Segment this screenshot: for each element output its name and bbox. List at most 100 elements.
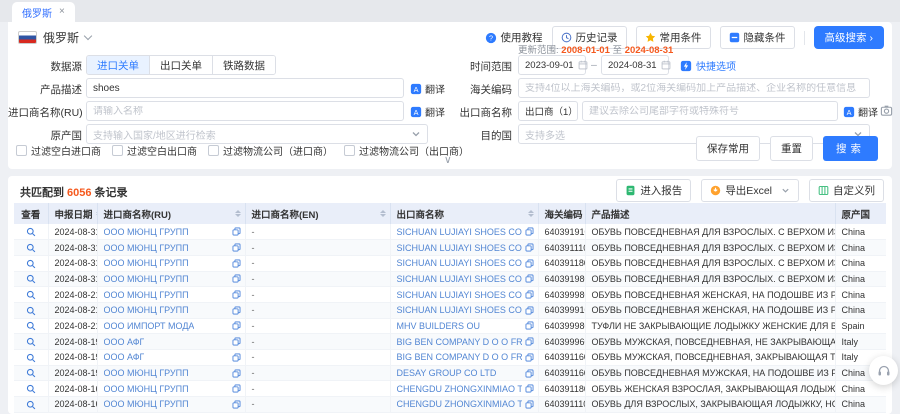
copy-icon[interactable]: [232, 274, 241, 283]
exporter-link[interactable]: SICHUAN LUJIAYI SHOES CO LTD: [397, 227, 522, 237]
tab-russia[interactable]: 俄罗斯 ×: [12, 2, 75, 22]
product-desc-input[interactable]: [93, 83, 397, 94]
col-importer-ru[interactable]: 进口商名称(RU): [97, 203, 245, 224]
close-icon[interactable]: ×: [59, 7, 65, 17]
exporter-link[interactable]: SICHUAN LUJIAYI SHOES CO LTD: [397, 258, 522, 268]
translate-exporter-button[interactable]: 翻译: [843, 104, 878, 119]
copy-icon[interactable]: [232, 337, 241, 346]
importer-ru-link[interactable]: ООО МЮНЦ ГРУПП: [104, 258, 189, 268]
table-row[interactable]: 2024-08-21 ООО МЮНЦ ГРУПП - SICHUAN LUJI…: [14, 302, 886, 318]
exporter-link[interactable]: CHENGDU ZHONGXINMIAO TRADING C: [397, 384, 522, 394]
table-row[interactable]: 2024-08-19 ООО АФГ - BIG BEN COMPANY D O…: [14, 334, 886, 350]
exporter-link[interactable]: BIG BEN COMPANY D O O FROM BEST T: [397, 352, 522, 362]
copy-icon[interactable]: [525, 353, 534, 362]
copy-icon[interactable]: [525, 227, 534, 236]
table-row[interactable]: 2024-08-21 ООО ИМПОРТ МОДА - MHV BUILDER…: [14, 318, 886, 334]
view-record-search-icon[interactable]: [26, 290, 36, 300]
copy-icon[interactable]: [232, 369, 241, 378]
copy-icon[interactable]: [232, 384, 241, 393]
view-record-search-icon[interactable]: [26, 400, 36, 410]
importer-ru-link[interactable]: ООО ИМПОРТ МОДА: [104, 321, 195, 331]
table-row[interactable]: 2024-08-31 ООО МЮНЦ ГРУПП - SICHUAN LUJI…: [14, 255, 886, 271]
view-record-search-icon[interactable]: [26, 227, 36, 237]
tab-import-declarations[interactable]: 进口关单: [87, 56, 149, 74]
importer-ru-link[interactable]: ООО МЮНЦ ГРУПП: [104, 243, 189, 253]
exporter-link[interactable]: SICHUAN LUJIAYI SHOES CO LTD: [397, 243, 522, 253]
export-excel-button[interactable]: 导出Excel: [701, 179, 799, 202]
view-record-search-icon[interactable]: [26, 274, 36, 284]
copy-icon[interactable]: [232, 321, 241, 330]
view-record-search-icon[interactable]: [26, 306, 36, 316]
copy-icon[interactable]: [232, 243, 241, 252]
copy-icon[interactable]: [525, 369, 534, 378]
importer-ru-link[interactable]: ООО МЮНЦ ГРУПП: [104, 274, 189, 284]
checkbox-filter-blank-importer[interactable]: 过滤空白进口商: [16, 143, 101, 158]
tab-export-declarations[interactable]: 出口关单: [149, 56, 212, 74]
copy-icon[interactable]: [525, 259, 534, 268]
importer-ru-link[interactable]: ООО МЮНЦ ГРУПП: [104, 384, 189, 394]
tab-railway-data[interactable]: 铁路数据: [212, 56, 275, 74]
view-record-search-icon[interactable]: [26, 368, 36, 378]
view-record-search-icon[interactable]: [26, 321, 36, 331]
table-row[interactable]: 2024-08-16 ООО МЮНЦ ГРУПП - CHENGDU ZHON…: [14, 381, 886, 397]
table-row[interactable]: 2024-08-21 ООО МЮНЦ ГРУПП - SICHUAN LUJI…: [14, 287, 886, 303]
custom-columns-button[interactable]: 自定义列: [809, 179, 884, 202]
hide-filters-button[interactable]: 隐藏条件: [720, 26, 795, 49]
copy-icon[interactable]: [232, 353, 241, 362]
copy-icon[interactable]: [232, 227, 241, 236]
copy-icon[interactable]: [525, 337, 534, 346]
checkbox-icon[interactable]: [208, 145, 219, 156]
copy-icon[interactable]: [525, 400, 534, 409]
table-row[interactable]: 2024-08-31 ООО МЮНЦ ГРУПП - SICHUAN LUJI…: [14, 240, 886, 256]
exporter-link[interactable]: SICHUAN LUJIAYI SHOES CO LTD: [397, 305, 522, 315]
quick-options-link[interactable]: 快捷选项: [680, 58, 736, 73]
exporter-link[interactable]: SICHUAN LUJIAYI SHOES CO LTD: [397, 274, 522, 284]
chevron-down-icon[interactable]: [781, 186, 790, 195]
origin-country-select[interactable]: 支持输入国家/地区进行检索: [86, 124, 428, 144]
exporter-type-select[interactable]: 出口商（1）: [518, 101, 578, 121]
support-fab-button[interactable]: [869, 356, 898, 385]
view-record-search-icon[interactable]: [26, 243, 36, 253]
importer-ru-link[interactable]: ООО АФГ: [104, 337, 145, 347]
copy-icon[interactable]: [525, 274, 534, 283]
date-from-field[interactable]: 2023-09-01: [518, 55, 586, 75]
copy-icon[interactable]: [525, 290, 534, 299]
col-exporter[interactable]: 出口商名称: [390, 203, 538, 224]
exporter-link[interactable]: SICHUAN LUJIAYI SHOES CO LTD: [397, 290, 522, 300]
importer-ru-input[interactable]: [93, 106, 397, 117]
copy-icon[interactable]: [232, 259, 241, 268]
country-selector[interactable]: 俄罗斯: [18, 29, 91, 46]
col-importer-en[interactable]: 进口商名称(EN): [245, 203, 390, 224]
exporter-link[interactable]: BIG BEN COMPANY D O O FROM BEST T: [397, 337, 522, 347]
table-row[interactable]: 2024-08-19 ООО МЮНЦ ГРУПП - DESAY GROUP …: [14, 365, 886, 381]
copy-icon[interactable]: [232, 306, 241, 315]
table-row[interactable]: 2024-08-31 ООО МЮНЦ ГРУПП - SICHUAN LUJI…: [14, 271, 886, 287]
importer-ru-link[interactable]: ООО АФГ: [104, 352, 145, 362]
hs-code-input[interactable]: [525, 83, 863, 94]
checkbox-icon[interactable]: [112, 145, 123, 156]
checkbox-icon[interactable]: [344, 145, 355, 156]
copy-icon[interactable]: [232, 290, 241, 299]
enter-report-button[interactable]: 进入报告: [616, 179, 691, 202]
importer-ru-link[interactable]: ООО МЮНЦ ГРУПП: [104, 368, 189, 378]
view-record-search-icon[interactable]: [26, 353, 36, 363]
copy-icon[interactable]: [525, 321, 534, 330]
advanced-search-button[interactable]: 高级搜索 ›: [814, 26, 885, 49]
checkbox-filter-logistics-importer[interactable]: 过滤物流公司（进口商）: [208, 143, 333, 158]
date-to-field[interactable]: 2024-08-31: [601, 55, 669, 75]
table-row[interactable]: 2024-08-16 ООО МЮНЦ ГРУПП - CHENGDU ZHON…: [14, 397, 886, 413]
copy-icon[interactable]: [525, 384, 534, 393]
exporter-link[interactable]: DESAY GROUP CO LTD: [397, 368, 497, 378]
importer-ru-link[interactable]: ООО МЮНЦ ГРУПП: [104, 290, 189, 300]
view-record-search-icon[interactable]: [26, 384, 36, 394]
image-search-icon[interactable]: [880, 104, 893, 117]
exporter-name-input[interactable]: [589, 106, 831, 117]
checkbox-filter-blank-exporter[interactable]: 过滤空白出口商: [112, 143, 197, 158]
exporter-link[interactable]: CHENGDU ZHONGXINMIAO TRADING C: [397, 399, 522, 409]
copy-icon[interactable]: [232, 400, 241, 409]
importer-ru-link[interactable]: ООО МЮНЦ ГРУПП: [104, 227, 189, 237]
copy-icon[interactable]: [525, 243, 534, 252]
collapse-panel-chevron[interactable]: ∨: [444, 154, 452, 166]
exporter-link[interactable]: MHV BUILDERS OU: [397, 321, 481, 331]
view-record-search-icon[interactable]: [26, 337, 36, 347]
